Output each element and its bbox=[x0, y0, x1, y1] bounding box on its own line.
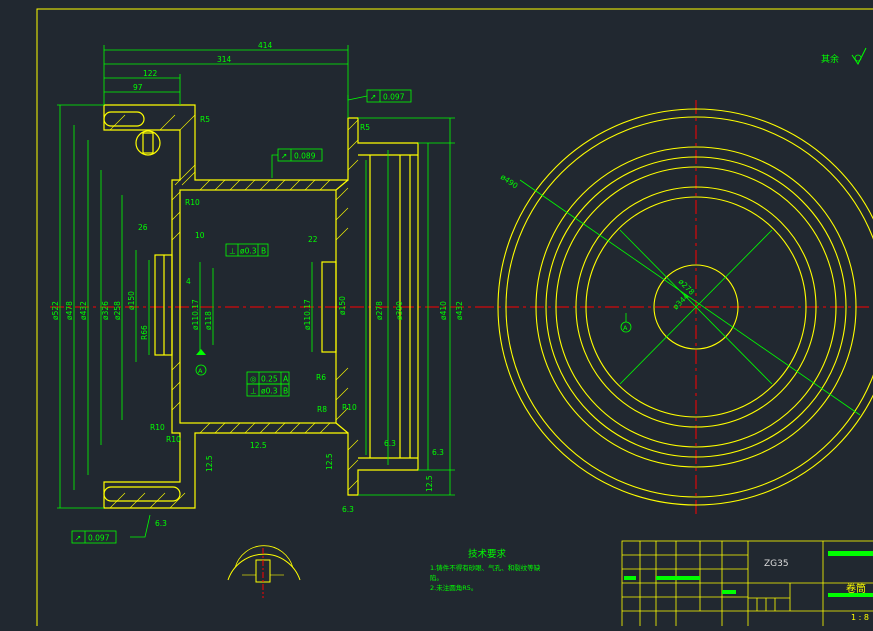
radius-6: R8 bbox=[317, 405, 327, 414]
drawing-canvas: 414 314 122 97 ø522 ø478 ø432 ø326 ø258 … bbox=[0, 0, 873, 630]
roughness-symbol-icon bbox=[851, 47, 867, 65]
radius-8: R5 bbox=[200, 115, 210, 124]
dim-10: 10 bbox=[195, 231, 205, 240]
tol-6-value: 0.097 bbox=[88, 534, 110, 543]
roughness-6: 6.3 bbox=[342, 505, 354, 514]
radius-2: R10 bbox=[150, 423, 165, 432]
circular-view-labels: ø490 ø278 ø344 A bbox=[499, 172, 697, 332]
dim-hub-d110: ø110.17 bbox=[191, 299, 200, 330]
dim-122: 122 bbox=[143, 69, 158, 78]
dim-26: 26 bbox=[138, 223, 148, 232]
tol-1-value: 0.097 bbox=[383, 93, 405, 102]
dim-d522: ø522 bbox=[51, 301, 60, 320]
tech-title: 技术要求 bbox=[468, 548, 507, 560]
cad-drawing: 414 314 122 97 ø522 ø478 ø432 ø326 ø258 … bbox=[36, 8, 873, 630]
tol-5-symbol: ⊥ bbox=[250, 387, 257, 396]
radius-5: R10 bbox=[342, 403, 357, 412]
tech-line-1b: 陷。 bbox=[430, 573, 443, 582]
tech-line-1: 1.铸件不得有砂眼、气孔、和裂纹等缺 bbox=[430, 563, 541, 572]
tech-line-2: 2.未注圆角R5。 bbox=[430, 583, 477, 592]
roughness-2: 12.5 bbox=[325, 453, 334, 470]
dim-r66: R66 bbox=[140, 325, 149, 340]
scale-label: 1 : 8 bbox=[851, 613, 869, 622]
tol-2-value: 0.089 bbox=[294, 152, 316, 161]
tech-requirements: 技术要求 1.铸件不得有砂眼、气孔、和裂纹等缺 陷。 2.未注圆角R5。 bbox=[430, 548, 541, 592]
tol-3-value: ø0.3 bbox=[240, 247, 257, 256]
roughness-4: 6.3 bbox=[432, 448, 444, 457]
dim-4: 4 bbox=[186, 277, 191, 286]
tolerance-frames bbox=[71, 89, 412, 544]
dim-d432: ø432 bbox=[79, 301, 88, 320]
roughness-7: 12.5 bbox=[205, 455, 214, 472]
dim-22: 22 bbox=[308, 235, 318, 244]
roughness-8: 12.5 bbox=[425, 475, 434, 492]
tol-3-datum: B bbox=[261, 247, 266, 256]
tol-4-value: 0.25 bbox=[261, 375, 278, 384]
part-name: 卷筒 bbox=[846, 582, 866, 595]
dim-d150: ø150 bbox=[127, 291, 136, 310]
dim-hub-right-d110: ø110.17 bbox=[303, 299, 312, 330]
dim-hub-d118: ø118 bbox=[204, 311, 213, 330]
dim-d258: ø258 bbox=[113, 301, 122, 320]
surface-note: 其余 bbox=[821, 53, 839, 65]
dim-d478: ø478 bbox=[65, 301, 74, 320]
detail-view bbox=[227, 545, 301, 598]
dim-97: 97 bbox=[133, 83, 143, 92]
tol-4-symbol: ◎ bbox=[250, 375, 257, 384]
roughness-circle-icon bbox=[854, 54, 862, 62]
material-label: ZG35 bbox=[764, 559, 789, 569]
roughness-5: 6.3 bbox=[155, 519, 167, 528]
radius-4: R6 bbox=[316, 373, 326, 382]
datum-marker bbox=[196, 349, 206, 355]
radius-1: R10 bbox=[185, 198, 200, 207]
dim-414: 414 bbox=[258, 41, 273, 50]
tol-5-datum: B bbox=[283, 387, 288, 396]
radius-3: R10 bbox=[166, 435, 181, 444]
radius-7: R5 bbox=[360, 123, 370, 132]
datum-label-a2: A bbox=[623, 324, 628, 332]
dim-d432-right: ø432 bbox=[455, 301, 464, 320]
dim-hub-d150: ø150 bbox=[338, 296, 347, 315]
dim-d490: ø490 bbox=[499, 172, 520, 190]
tol-6-symbol: ↗ bbox=[75, 534, 81, 543]
dim-d278: ø278 bbox=[375, 301, 384, 320]
tol-2-symbol: ↗ bbox=[281, 152, 287, 161]
dim-314: 314 bbox=[217, 55, 232, 64]
section-labels: 414 314 122 97 ø522 ø478 ø432 ø326 ø258 … bbox=[51, 41, 464, 543]
dim-d410: ø410 bbox=[439, 301, 448, 320]
dim-d390: ø390 bbox=[395, 301, 404, 320]
section-view bbox=[50, 45, 490, 544]
dim-d326: ø326 bbox=[101, 301, 110, 320]
tol-1-symbol: ↗ bbox=[370, 93, 376, 102]
roughness-1: 12.5 bbox=[250, 441, 267, 450]
title-block: ZG35 卷筒 1 : 8 bbox=[621, 540, 873, 630]
roughness-3: 6.3 bbox=[384, 439, 396, 448]
section-hatching bbox=[109, 114, 359, 509]
tol-5-value: ø0.3 bbox=[261, 387, 278, 396]
tol-4-datum: A bbox=[283, 375, 289, 384]
tol-3-symbol: ⊥ bbox=[229, 247, 236, 256]
datum-label-a1: A bbox=[198, 367, 203, 375]
